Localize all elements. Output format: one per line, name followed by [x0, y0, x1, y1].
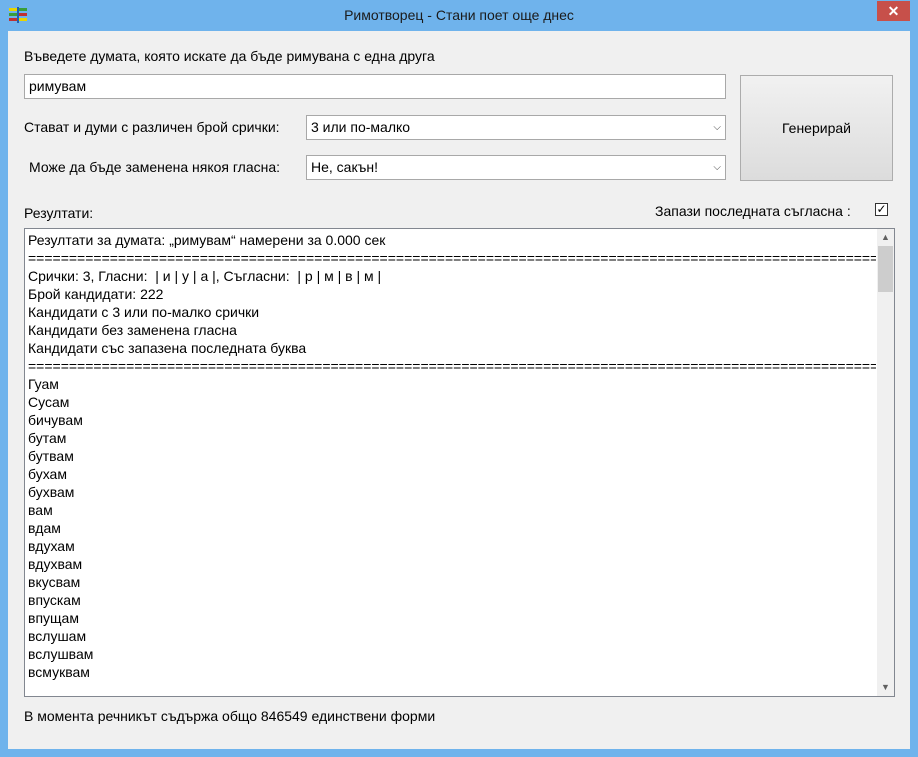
result-line: ========================================…: [28, 250, 876, 266]
keep-consonant-checkbox[interactable]: ✓: [875, 203, 888, 216]
result-line: Кандидати с 3 или по-малко срички: [28, 304, 260, 320]
result-line: всмуквам: [28, 664, 90, 680]
result-line: вдухам: [28, 538, 75, 554]
close-icon: ✕: [887, 3, 900, 19]
result-line: бухвам: [28, 484, 75, 500]
result-line: вкусвам: [28, 574, 81, 590]
result-line: Гуам: [28, 376, 59, 392]
result-line: бутвам: [28, 448, 74, 464]
result-line: Брой кандидати: 222: [28, 286, 164, 302]
result-line: вдухвам: [28, 556, 83, 572]
chevron-down-icon: ⌵: [713, 162, 721, 173]
result-line: бичувам: [28, 412, 83, 428]
close-button[interactable]: ✕: [877, 1, 910, 21]
main-window: Римотворец - Стани поет още днес ✕ Въвед…: [0, 0, 918, 757]
result-line: Кандидати със запазена последната буква: [28, 340, 307, 356]
results-text: Резултати за думата: „римувам“ намерени …: [28, 231, 876, 681]
result-line: Резултати за думата: „римувам“ намерени …: [28, 232, 386, 248]
scroll-up-icon[interactable]: ▲: [877, 229, 894, 246]
vowel-dropdown[interactable]: Не, сакън! ⌵: [306, 155, 726, 180]
result-line: вам: [28, 502, 53, 518]
results-textarea[interactable]: Резултати за думата: „римувам“ намерени …: [24, 228, 895, 697]
result-line: вслушвам: [28, 646, 94, 662]
result-line: ========================================…: [28, 358, 876, 374]
generate-button[interactable]: Генерирай: [740, 75, 893, 181]
word-input[interactable]: римувам: [24, 74, 726, 99]
scroll-thumb[interactable]: [878, 246, 893, 292]
result-line: Кандидати без заменена гласна: [28, 322, 237, 338]
checkmark-icon: ✓: [876, 202, 887, 216]
vowel-label: Може да бъде заменена някоя гласна:: [29, 159, 281, 175]
result-line: Срички: 3, Гласни: | и | у | а |, Съглас…: [28, 268, 382, 284]
result-line: Сусам: [28, 394, 70, 410]
results-label: Резултати:: [24, 205, 94, 221]
status-text: В момента речникът съдържа общо 846549 е…: [24, 708, 436, 724]
syllables-dropdown[interactable]: 3 или по-малко ⌵: [306, 115, 726, 140]
scroll-down-icon[interactable]: ▼: [877, 679, 894, 696]
vowel-value: Не, сакън!: [311, 159, 378, 175]
word-prompt-label: Въведете думата, която искате да бъде ри…: [24, 48, 435, 64]
title-bar[interactable]: Римотворец - Стани поет още днес ✕: [0, 0, 918, 31]
result-line: впускам: [28, 592, 81, 608]
client-area: Въведете думата, която искате да бъде ри…: [8, 31, 910, 749]
result-line: вдам: [28, 520, 61, 536]
results-scrollbar[interactable]: ▲ ▼: [877, 229, 894, 696]
syllables-value: 3 или по-малко: [311, 119, 411, 135]
keep-consonant-label: Запази последната съгласна :: [655, 203, 851, 219]
chevron-down-icon: ⌵: [713, 122, 721, 133]
result-line: вслушам: [28, 628, 87, 644]
result-line: бутам: [28, 430, 67, 446]
window-title: Римотворец - Стани поет още днес: [344, 7, 574, 23]
syllables-label: Стават и думи с различен брой срички:: [24, 119, 280, 135]
result-line: впущам: [28, 610, 79, 626]
result-line: бухам: [28, 466, 67, 482]
